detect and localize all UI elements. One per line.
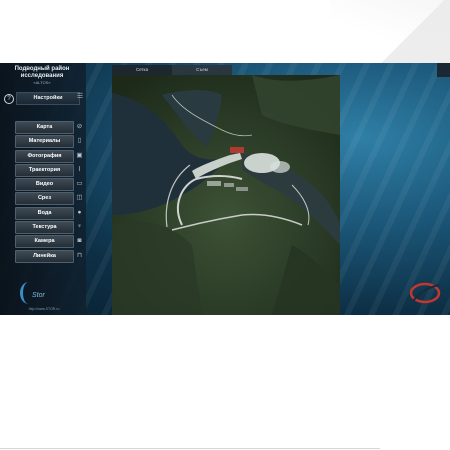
menu-item-materials[interactable]: Материалы ▯ <box>15 135 87 149</box>
window-corner-control[interactable] <box>437 63 450 77</box>
video-button[interactable]: Видео <box>15 178 74 192</box>
list-icon[interactable]: ☰ <box>76 93 84 101</box>
menu-item-video[interactable]: Видео ▭ <box>15 178 87 192</box>
menu: Карта ⊘ Материалы ▯ Фотография ▣ Траекто… <box>15 121 87 264</box>
menu-item-trajectory[interactable]: Траектория ⌇ <box>15 163 87 177</box>
app-subtitle: «ALTOS» <box>33 80 51 85</box>
materials-button[interactable]: Материалы <box>15 135 74 149</box>
menu-item-camera[interactable]: Камера ◙ <box>15 235 87 249</box>
satellite-image <box>112 75 340 315</box>
brand-emblem-icon <box>409 282 441 304</box>
divider-line <box>0 448 380 449</box>
texture-button[interactable]: Текстура <box>15 221 74 235</box>
settings-row: ? Настройки ☰ <box>2 92 86 105</box>
texture-icon[interactable]: ♆ <box>75 222 84 231</box>
menu-item-texture[interactable]: Текстура ♆ <box>15 221 87 235</box>
documents-icon[interactable]: ▯ <box>75 136 84 145</box>
video-icon[interactable]: ▭ <box>75 179 84 188</box>
app-window: Подводный район исследования «ALTOS» ? Н… <box>0 63 450 315</box>
trajectory-icon[interactable]: ⌇ <box>75 165 84 174</box>
tab-survey[interactable]: Съем <box>172 65 232 75</box>
trajectory-button[interactable]: Траектория <box>15 163 74 177</box>
map-button[interactable]: Карта <box>15 121 74 134</box>
menu-item-photo[interactable]: Фотография ▣ <box>15 149 87 163</box>
menu-item-slice[interactable]: Срез ◫ <box>15 192 87 206</box>
satellite-map-view[interactable] <box>112 75 340 315</box>
slice-icon[interactable]: ◫ <box>75 193 84 202</box>
slice-button[interactable]: Срез <box>15 192 74 206</box>
menu-item-water[interactable]: Вода ● <box>15 206 87 220</box>
ruler-icon[interactable]: ⊓ <box>75 251 84 260</box>
water-drop-icon[interactable]: ● <box>75 208 84 217</box>
view-tabs: Сетка Съем <box>112 65 232 75</box>
corner-decoration <box>360 0 450 63</box>
camera-button[interactable]: Камера <box>15 235 74 249</box>
photo-button[interactable]: Фотография <box>15 149 74 163</box>
camera-icon[interactable]: ◙ <box>75 236 84 245</box>
app-title: Подводный район исследования <box>14 66 70 79</box>
ruler-button[interactable]: Линейка <box>15 249 74 263</box>
water-button[interactable]: Вода <box>15 206 74 220</box>
help-icon[interactable]: ? <box>4 94 14 104</box>
website-link[interactable]: http://www.STOR.ru <box>6 307 82 311</box>
photo-icon[interactable]: ▣ <box>75 151 84 160</box>
menu-item-ruler[interactable]: Линейка ⊓ <box>15 249 87 263</box>
logo-text: Stor <box>32 292 45 299</box>
settings-button[interactable]: Настройки <box>16 92 80 105</box>
logo: Stor <box>20 282 64 306</box>
compass-icon[interactable]: ⊘ <box>75 122 84 131</box>
menu-item-map[interactable]: Карта ⊘ <box>15 121 87 134</box>
sidebar: Подводный район исследования «ALTOS» ? Н… <box>0 63 86 315</box>
tab-grid[interactable]: Сетка <box>112 65 172 75</box>
